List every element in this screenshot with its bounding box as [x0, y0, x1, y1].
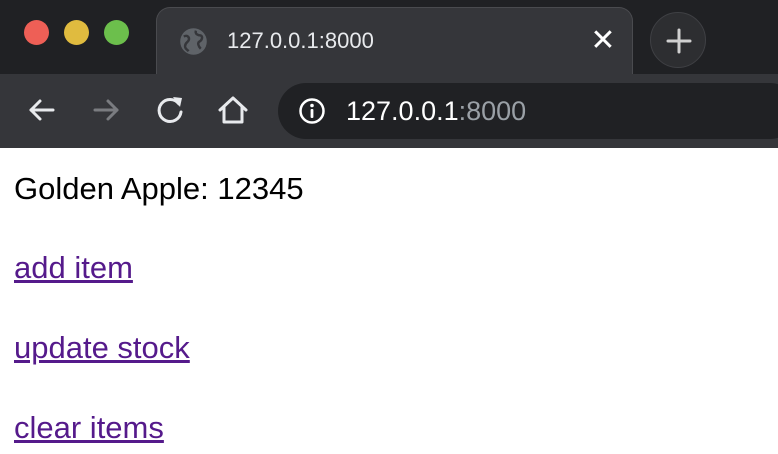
home-icon[interactable] — [216, 93, 250, 127]
minimize-window-button[interactable] — [64, 20, 89, 45]
update-stock-link[interactable]: update stock — [14, 329, 190, 367]
globe-icon — [180, 28, 207, 55]
clear-items-link[interactable]: clear items — [14, 409, 164, 447]
add-item-link[interactable]: add item — [14, 249, 133, 287]
tab-strip: 127.0.0.1:8000 ✕ — [0, 0, 778, 74]
tab-close-icon[interactable]: ✕ — [590, 26, 616, 56]
address-url[interactable]: 127.0.0.1:8000 — [346, 94, 526, 128]
zoom-window-button[interactable] — [104, 20, 129, 45]
new-tab-button[interactable] — [650, 12, 706, 68]
tab-title: 127.0.0.1:8000 — [227, 28, 374, 53]
plus-icon — [666, 28, 692, 54]
back-arrow-icon[interactable] — [25, 93, 59, 127]
browser-chrome: 127.0.0.1:8000 ✕ 127.0.0.1:8000 — [0, 0, 778, 148]
product-stock-value: 12345 — [217, 171, 304, 206]
browser-toolbar: 127.0.0.1:8000 — [0, 74, 778, 148]
close-window-button[interactable] — [24, 20, 49, 45]
product-name: Golden Apple — [14, 171, 201, 206]
address-bar[interactable]: 127.0.0.1:8000 — [278, 83, 778, 139]
product-stock-line: Golden Apple: 12345 — [14, 170, 304, 208]
url-port: :8000 — [458, 96, 527, 126]
url-host: 127.0.0.1 — [346, 96, 459, 126]
reload-icon[interactable] — [153, 93, 187, 127]
product-separator: : — [200, 171, 218, 206]
page-content: Golden Apple: 12345 add item update stoc… — [0, 148, 778, 454]
info-icon[interactable] — [298, 97, 326, 125]
browser-tab[interactable]: 127.0.0.1:8000 ✕ — [156, 7, 633, 74]
forward-arrow-icon[interactable] — [89, 93, 123, 127]
